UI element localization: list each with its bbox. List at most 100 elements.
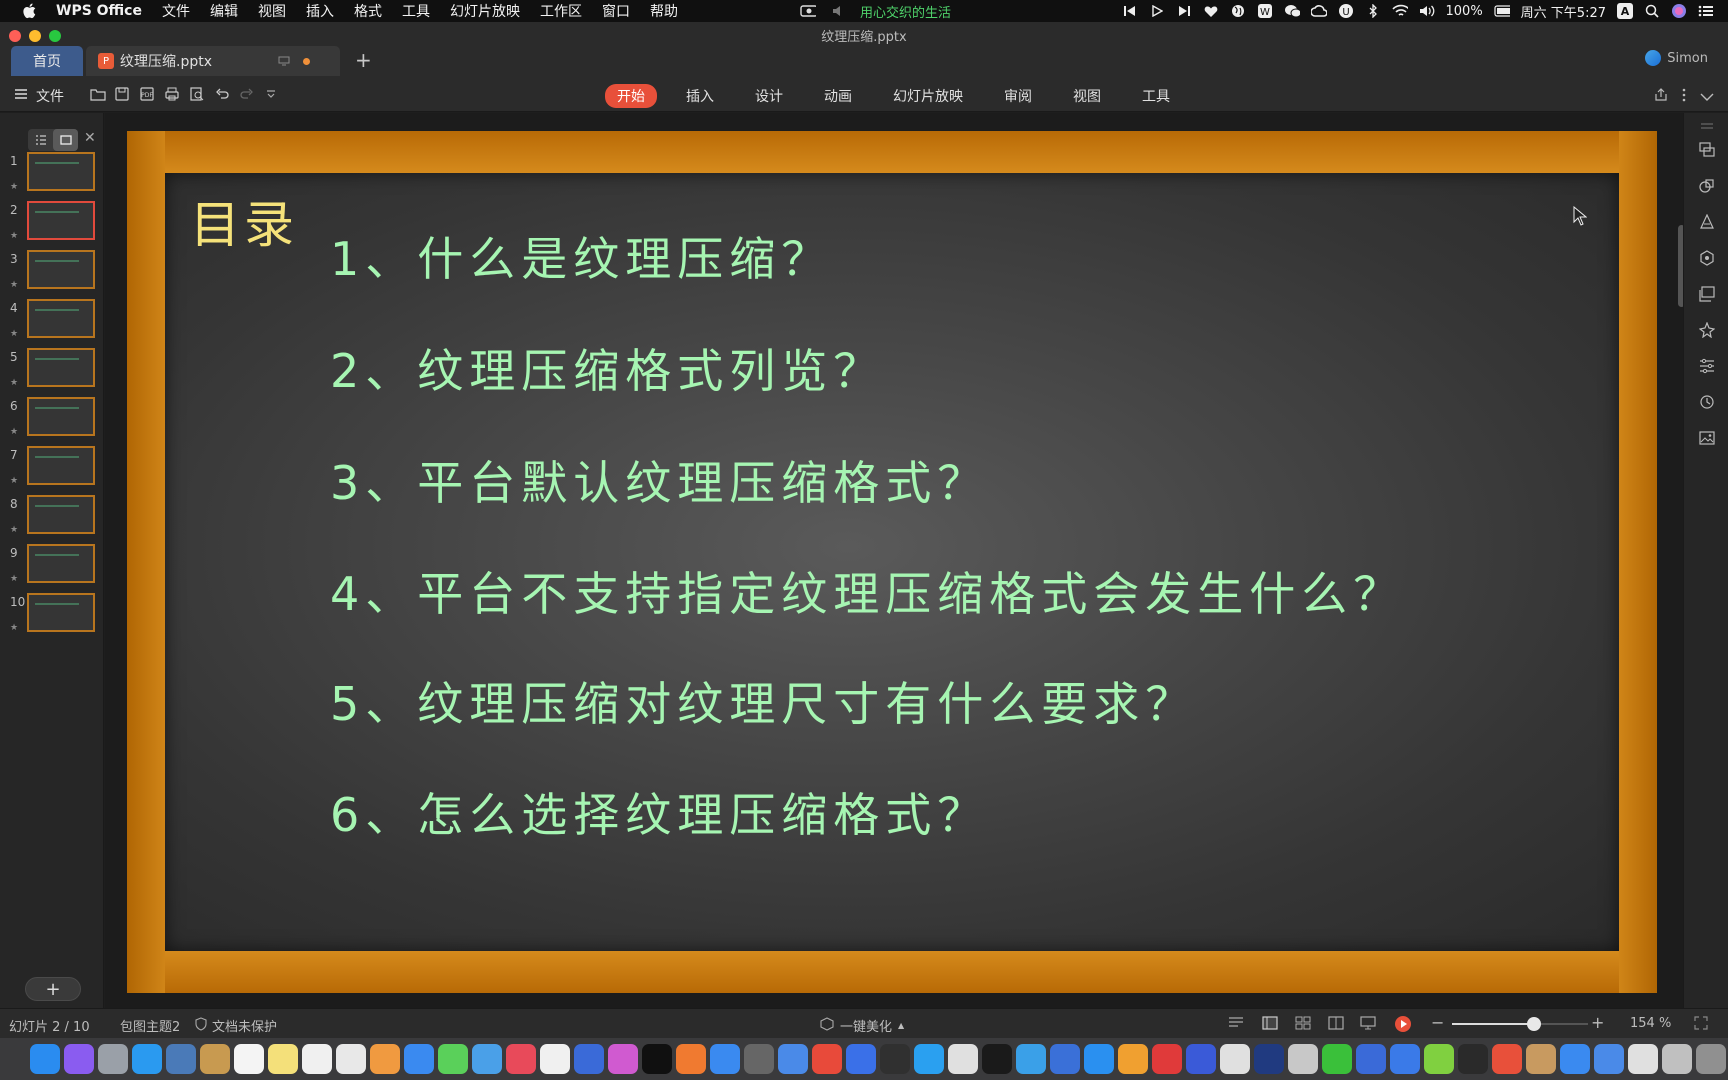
outline-view-icon[interactable] — [28, 129, 53, 151]
share-icon[interactable] — [1654, 87, 1668, 106]
zoom-level[interactable]: 154 % — [1630, 1016, 1671, 1031]
heart-icon[interactable] — [1203, 3, 1219, 19]
export-pdf-icon[interactable]: PDF — [140, 87, 156, 103]
fit-window-icon[interactable] — [1694, 1016, 1708, 1034]
dock-app-icon[interactable] — [948, 1044, 978, 1074]
tab-slideshow[interactable]: 幻灯片放映 — [881, 84, 975, 108]
battery-icon[interactable] — [1494, 3, 1510, 19]
more-options-icon[interactable] — [1682, 87, 1686, 106]
dock-app-icon[interactable] — [200, 1044, 230, 1074]
toc-item[interactable]: 5、纹理压缩对纹理尺寸有什么要求？ — [330, 668, 1197, 734]
creative-cloud-icon[interactable] — [1310, 3, 1327, 19]
dock-app-icon[interactable] — [1084, 1044, 1114, 1074]
dock-app-icon[interactable] — [132, 1044, 162, 1074]
dock-app-icon[interactable] — [608, 1044, 638, 1074]
dock-app-icon[interactable] — [472, 1044, 502, 1074]
slide-thumbnail[interactable] — [27, 495, 95, 534]
spotlight-search-icon[interactable] — [1644, 3, 1660, 19]
user-account[interactable]: Simon — [1645, 50, 1708, 66]
tab-review[interactable]: 审阅 — [992, 84, 1044, 108]
dock-app-icon[interactable] — [1424, 1044, 1454, 1074]
next-track-icon[interactable] — [1176, 3, 1192, 19]
dock-app-icon[interactable] — [880, 1044, 910, 1074]
image-icon[interactable] — [1698, 429, 1716, 447]
tab-insert[interactable]: 插入 — [674, 84, 726, 108]
toc-item[interactable]: 2、纹理压缩格式列览？ — [330, 335, 885, 401]
menu-view[interactable]: 视图 — [258, 1, 286, 21]
dock-app-icon[interactable] — [1560, 1044, 1590, 1074]
tab-tools[interactable]: 工具 — [1130, 84, 1182, 108]
dock-app-icon[interactable] — [710, 1044, 740, 1074]
dock-app-icon[interactable] — [642, 1044, 672, 1074]
dock-app-icon[interactable] — [370, 1044, 400, 1074]
presenter-view-icon[interactable] — [1360, 1016, 1376, 1034]
dock-app-icon[interactable] — [778, 1044, 808, 1074]
dock-app-icon[interactable] — [1152, 1044, 1182, 1074]
tab-document[interactable]: P 纹理压缩.pptx — [86, 46, 340, 76]
menu-slideshow[interactable]: 幻灯片放映 — [450, 1, 520, 21]
dock-app-icon[interactable] — [846, 1044, 876, 1074]
control-center-icon[interactable] — [1698, 3, 1714, 19]
close-panel-icon[interactable]: ✕ — [84, 130, 96, 146]
tab-home[interactable]: 首页 — [11, 46, 83, 76]
pane-handle-icon[interactable] — [1698, 117, 1716, 135]
globe-icon[interactable] — [1230, 3, 1246, 19]
slide-sorter-icon[interactable] — [1295, 1016, 1311, 1034]
zoom-slider[interactable] — [1452, 1017, 1588, 1031]
layout-icon[interactable] — [1698, 285, 1716, 303]
now-playing-text[interactable]: 用心交织的生活 — [860, 2, 951, 21]
toc-item[interactable]: 1、什么是纹理压缩？ — [330, 223, 833, 289]
dock-app-icon[interactable] — [1696, 1044, 1726, 1074]
previous-track-icon[interactable] — [1122, 3, 1138, 19]
dock-app-icon[interactable] — [1288, 1044, 1318, 1074]
dock-app-icon[interactable] — [1254, 1044, 1284, 1074]
tab-design[interactable]: 设计 — [743, 84, 795, 108]
slide-thumbnail[interactable] — [27, 152, 95, 191]
dock-app-icon[interactable] — [30, 1044, 60, 1074]
slide[interactable]: 目录 1、什么是纹理压缩？ 2、纹理压缩格式列览？ 3、平台默认纹理压缩格式？ … — [127, 131, 1657, 993]
dock-app-icon[interactable] — [1628, 1044, 1658, 1074]
theme-name[interactable]: 包图主题2 — [120, 1016, 180, 1035]
print-preview-icon[interactable] — [190, 87, 206, 103]
slide-thumbnail[interactable] — [27, 348, 95, 387]
dock-app-icon[interactable] — [268, 1044, 298, 1074]
add-slide-button[interactable]: + — [25, 977, 81, 1001]
tab-view[interactable]: 视图 — [1061, 84, 1113, 108]
dock-app-icon[interactable] — [1050, 1044, 1080, 1074]
play-icon[interactable] — [1149, 3, 1165, 19]
object-properties-icon[interactable] — [1698, 249, 1716, 267]
dock-app-icon[interactable] — [1016, 1044, 1046, 1074]
dock-app-icon[interactable] — [1322, 1044, 1352, 1074]
animation-pane-icon[interactable] — [1698, 321, 1716, 339]
dock-app-icon[interactable] — [914, 1044, 944, 1074]
wps-w-icon[interactable]: W — [1257, 3, 1273, 19]
toc-item[interactable]: 6、怎么选择纹理压缩格式？ — [330, 779, 989, 845]
slide-thumbnail[interactable] — [27, 250, 95, 289]
reading-view-icon[interactable] — [1328, 1016, 1344, 1034]
normal-view-icon[interactable] — [1262, 1016, 1278, 1034]
dock-app-icon[interactable] — [1458, 1044, 1488, 1074]
slide-thumbnail[interactable] — [27, 201, 95, 240]
menu-edit[interactable]: 编辑 — [210, 1, 238, 21]
menu-format[interactable]: 格式 — [354, 1, 382, 21]
shapes-icon[interactable] — [1698, 177, 1716, 195]
dock-app-icon[interactable] — [1356, 1044, 1386, 1074]
dock-app-icon[interactable] — [336, 1044, 366, 1074]
dock-app-icon[interactable] — [744, 1044, 774, 1074]
zoom-slider-knob[interactable] — [1526, 1017, 1541, 1031]
history-icon[interactable] — [1698, 393, 1716, 411]
dock-app-icon[interactable] — [982, 1044, 1012, 1074]
volume-icon[interactable] — [1419, 3, 1435, 19]
slide-thumbnail[interactable] — [27, 544, 95, 583]
dock-app-icon[interactable] — [540, 1044, 570, 1074]
dock-app-icon[interactable] — [1662, 1044, 1692, 1074]
slide-thumbnail[interactable] — [27, 299, 95, 338]
dock-app-icon[interactable] — [1118, 1044, 1148, 1074]
toc-item[interactable]: 3、平台默认纹理压缩格式？ — [330, 447, 989, 513]
monitor-icon[interactable] — [278, 54, 290, 70]
customize-quick-access-icon[interactable] — [265, 87, 281, 103]
redo-icon[interactable] — [240, 87, 256, 103]
dock-app-icon[interactable] — [302, 1044, 332, 1074]
file-menu-button[interactable]: 文件 — [14, 86, 64, 106]
toc-item[interactable]: 4、平台不支持指定纹理压缩格式会发生什么？ — [330, 558, 1405, 624]
